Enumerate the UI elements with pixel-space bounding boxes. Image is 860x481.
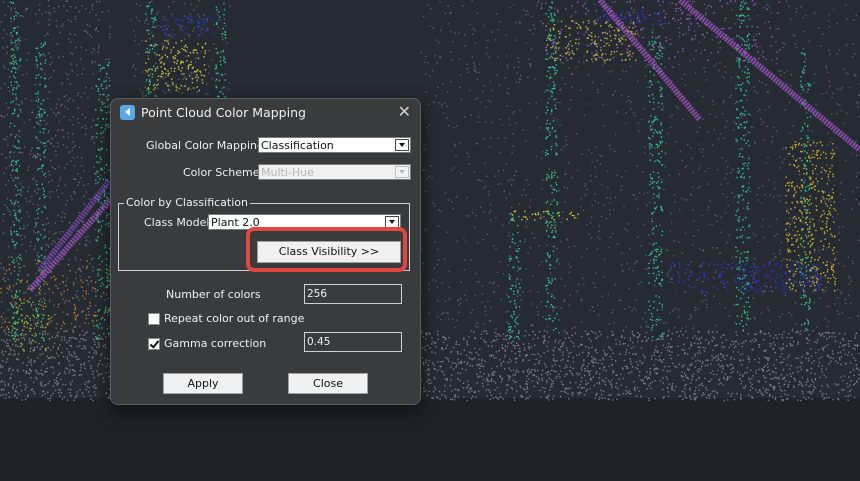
color-mapping-dialog: Point Cloud Color Mapping ✕ Global Color… bbox=[110, 98, 421, 405]
number-of-colors-label: Number of colors bbox=[166, 288, 261, 301]
dialog-title: Point Cloud Color Mapping bbox=[141, 105, 306, 120]
class-model-select[interactable]: Plant 2.0 bbox=[208, 214, 401, 230]
repeat-color-label: Repeat color out of range bbox=[164, 312, 305, 325]
class-model-label: Class Model bbox=[144, 216, 210, 229]
gamma-correction-label: Gamma correction bbox=[164, 337, 267, 350]
gamma-correction-checkbox[interactable] bbox=[148, 338, 160, 350]
close-button[interactable]: Close bbox=[288, 373, 368, 394]
close-icon[interactable]: ✕ bbox=[398, 102, 411, 121]
repeat-color-checkbox[interactable] bbox=[148, 313, 160, 325]
class-model-value: Plant 2.0 bbox=[211, 216, 260, 229]
global-color-mapping-label: Global Color Mapping bbox=[146, 139, 265, 152]
class-visibility-button[interactable]: Class Visibility >> bbox=[257, 241, 401, 263]
color-scheme-select: Multi-Hue bbox=[258, 164, 411, 180]
apply-button[interactable]: Apply bbox=[163, 373, 243, 394]
number-of-colors-input[interactable]: 256 bbox=[304, 284, 402, 304]
group-title: Color by Classification bbox=[124, 196, 250, 209]
color-scheme-value: Multi-Hue bbox=[261, 166, 314, 179]
chevron-down-icon[interactable] bbox=[385, 216, 399, 228]
global-color-mapping-select[interactable]: Classification bbox=[258, 137, 411, 153]
chevron-down-icon[interactable] bbox=[395, 139, 409, 151]
dialog-titlebar[interactable]: Point Cloud Color Mapping ✕ bbox=[111, 99, 420, 127]
color-scheme-label: Color Scheme bbox=[183, 166, 260, 179]
global-color-mapping-value: Classification bbox=[261, 139, 334, 152]
app-back-icon bbox=[120, 105, 135, 120]
gamma-correction-input[interactable]: 0.45 bbox=[304, 332, 402, 352]
chevron-down-icon bbox=[395, 166, 409, 178]
